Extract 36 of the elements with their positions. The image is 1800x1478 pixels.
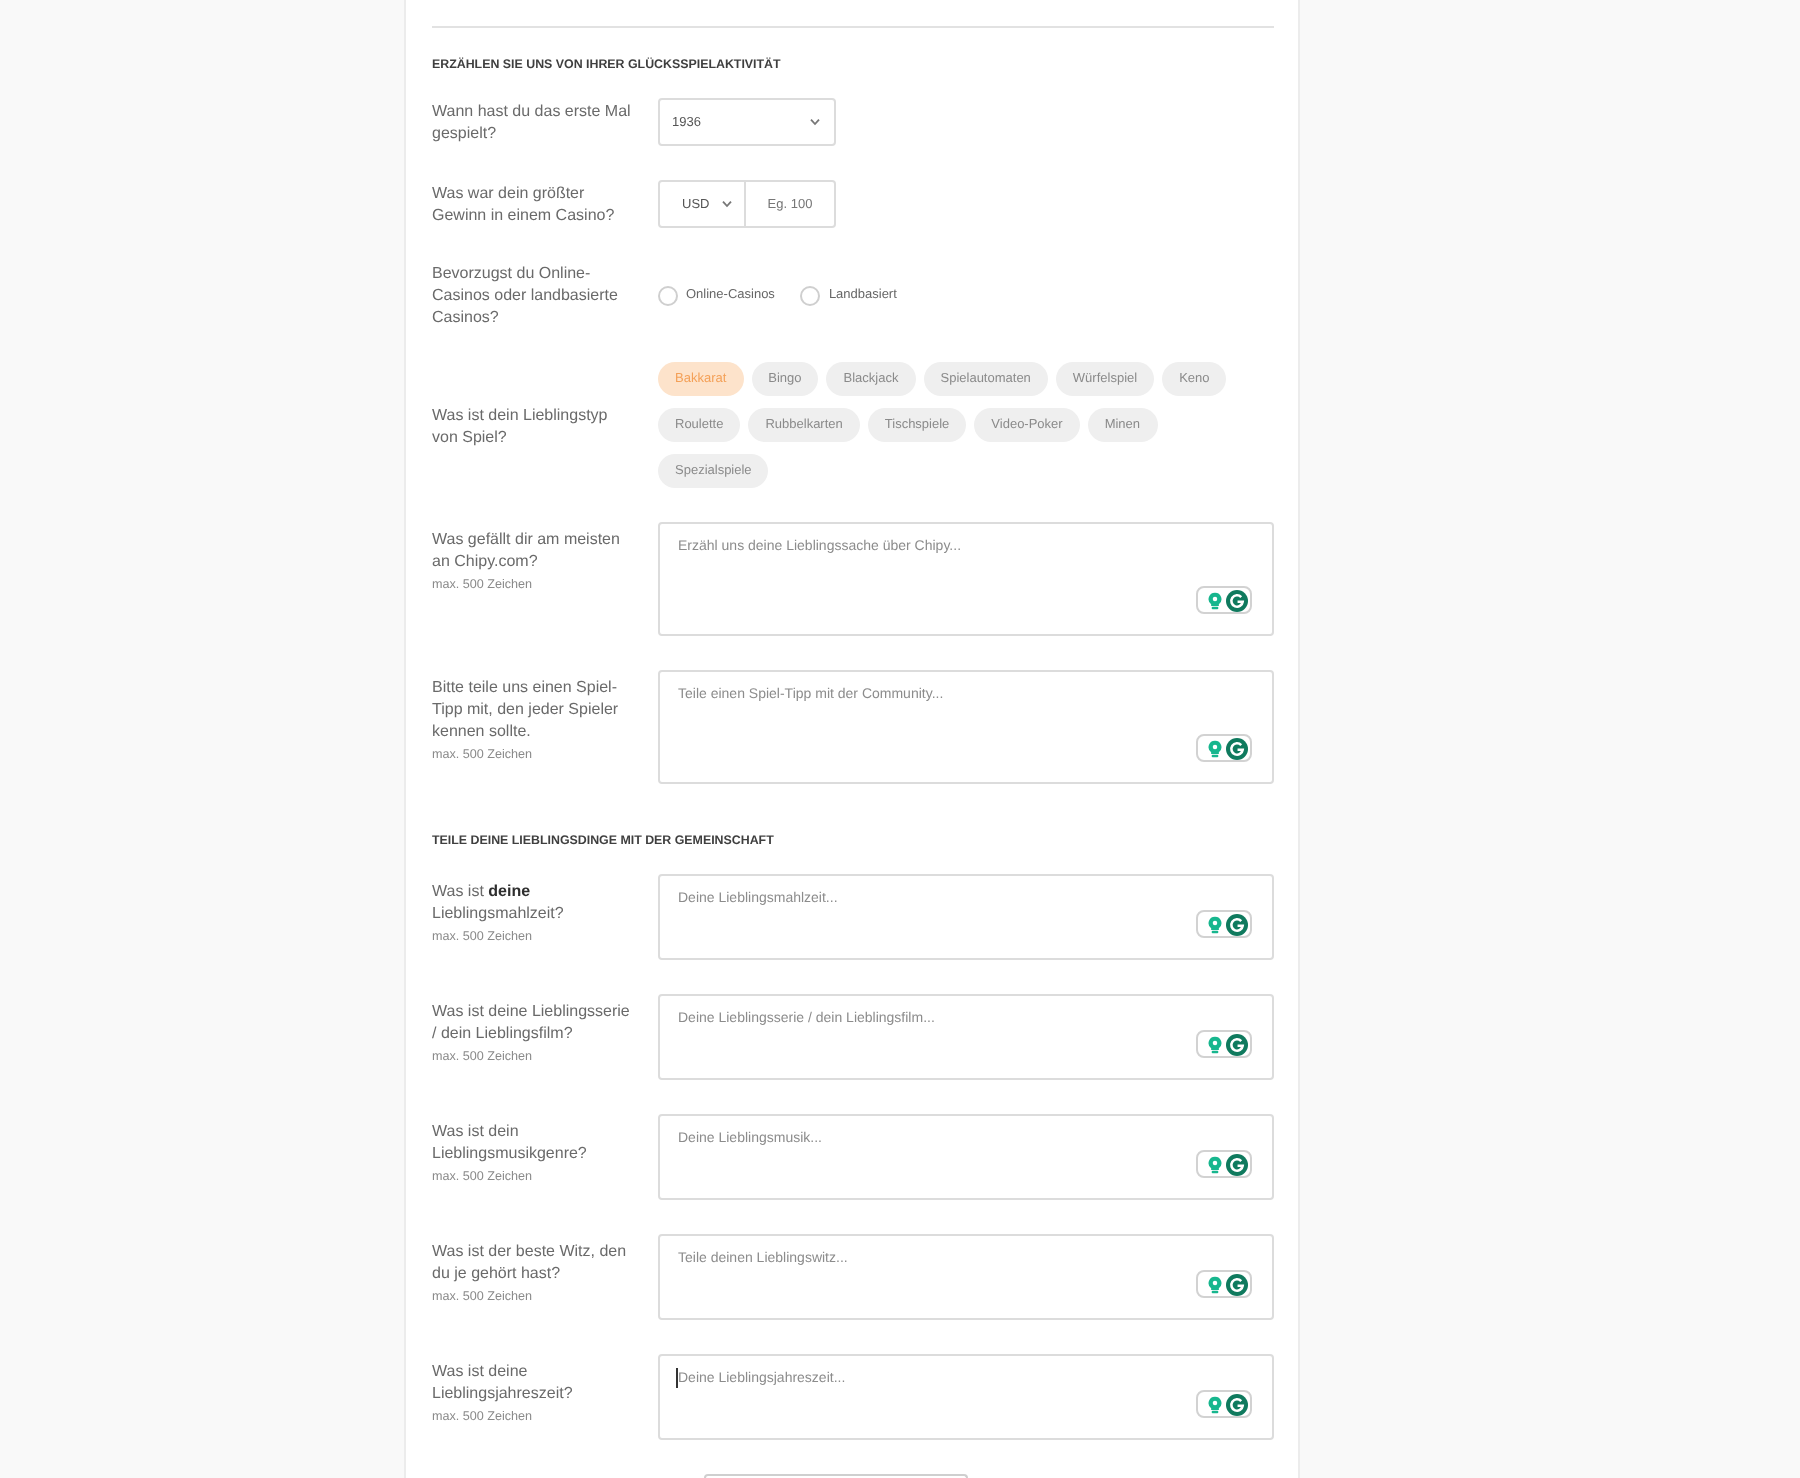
lightbulb-icon	[1208, 915, 1222, 933]
writing-assistant-badge[interactable]	[1196, 1150, 1252, 1178]
chevron-down-icon	[721, 200, 732, 208]
lightbulb-icon	[1208, 1155, 1222, 1173]
radio-button[interactable]	[800, 285, 821, 305]
writing-assistant-badge[interactable]	[1196, 734, 1252, 762]
field-label: Bitte teile uns einen Spiel-Tipp mit, den jeder Spieler kennen sollte.	[432, 676, 621, 742]
writing-assistant-badge[interactable]	[1196, 1390, 1252, 1418]
letter-g-icon	[1226, 1273, 1248, 1295]
letter-g-icon	[1226, 1153, 1248, 1175]
letter-g-icon	[1226, 589, 1248, 611]
field-label: Was ist deine Lieblingsjahreszeit?	[432, 1360, 575, 1404]
field-label: Was ist dein Lieblingsmusikgenre?	[432, 1120, 589, 1164]
letter-g-icon	[1226, 913, 1248, 935]
field-label: Was gefällt dir am meisten an Chipy.com?	[432, 528, 622, 572]
writing-assistant-badge[interactable]	[1196, 1270, 1252, 1298]
radio-button[interactable]	[658, 285, 678, 305]
letter-g-icon	[1226, 1393, 1248, 1415]
field-label: Bevorzugst du Online-Casinos oder landbasierte Casinos?	[432, 262, 620, 328]
field-label: Was ist dein Lieblingstyp von Spiel?	[432, 403, 610, 447]
lightbulb-icon	[1208, 739, 1222, 757]
field-label: Wann hast du das erste Mal gespielt?	[432, 100, 633, 144]
letter-g-icon	[1226, 737, 1248, 759]
writing-assistant-badge[interactable]	[1196, 910, 1252, 938]
field-label: Was war dein größter Gewinn in einem Casino?	[432, 182, 617, 226]
writing-assistant-badge[interactable]	[1196, 586, 1252, 614]
letter-g-icon	[1226, 1033, 1248, 1055]
lightbulb-icon	[1208, 1275, 1222, 1293]
lightbulb-icon	[1208, 1035, 1222, 1053]
writing-assistant-badge[interactable]	[1196, 1030, 1252, 1058]
lightbulb-icon	[1208, 591, 1222, 609]
lightbulb-icon	[1208, 1395, 1222, 1413]
chevron-down-icon	[810, 118, 820, 126]
field-label: Was ist deine Lieblingsmahlzeit?	[432, 880, 566, 924]
field-label: Was ist deine Lieblingsserie / dein Lieblingsfilm?	[432, 1000, 632, 1044]
field-label: Was ist der beste Witz, den du je gehört hast?	[432, 1240, 629, 1284]
